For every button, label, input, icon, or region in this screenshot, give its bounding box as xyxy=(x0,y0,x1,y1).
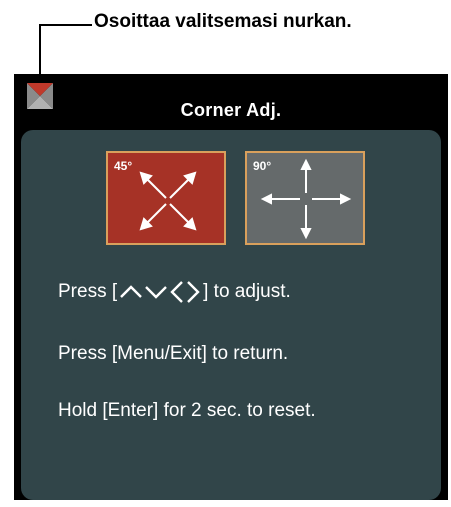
mode-45-button[interactable]: 45° xyxy=(106,151,226,245)
diagonal-arrows-icon xyxy=(139,171,197,231)
adjust-instruction: Press [ ] to adjust. xyxy=(58,280,291,304)
osd-title: Corner Adj. xyxy=(180,100,282,120)
adjust-prefix: Press [ xyxy=(58,281,118,302)
return-instruction: Press [Menu/Exit] to return. xyxy=(58,343,289,364)
adjust-suffix: ] to adjust. xyxy=(203,281,291,302)
down-arrow-icon xyxy=(145,286,167,299)
right-arrow-icon xyxy=(187,281,200,303)
callout-line xyxy=(39,24,41,76)
callout-line xyxy=(39,24,92,26)
settings-panel xyxy=(21,130,441,500)
callout-text: Osoittaa valitsemasi nurkan. xyxy=(94,11,352,32)
arrow-keys-icons xyxy=(119,280,201,304)
left-arrow-icon xyxy=(170,281,183,303)
mode-90-button[interactable]: 90° xyxy=(245,151,365,245)
up-arrow-icon xyxy=(120,285,142,298)
cross-arrows-icon xyxy=(260,158,352,240)
reset-instruction: Hold [Enter] for 2 sec. to reset. xyxy=(58,400,316,421)
